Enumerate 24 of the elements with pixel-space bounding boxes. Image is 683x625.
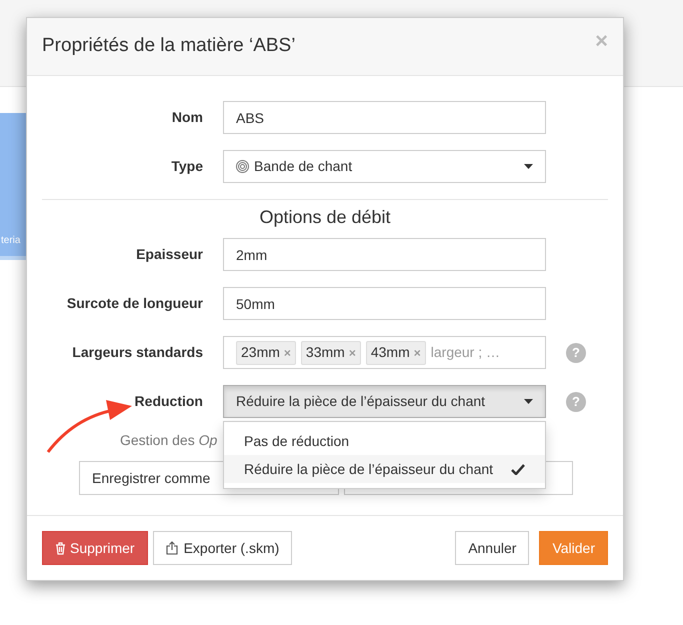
menu-item[interactable]: Pas de réduction: [224, 427, 545, 455]
tag-chip: 33mm ×: [300, 340, 361, 364]
field-label: Surcote de longueur: [66, 294, 204, 313]
tags-field[interactable]: 23mm × 33mm × 43mm × largeur ; …: [223, 336, 546, 369]
field-label: Nom: [170, 108, 204, 127]
menu-item[interactable]: Réduire la pièce de l’épaisseur du chant: [224, 455, 545, 483]
section-heading: Options de débit: [258, 206, 392, 228]
tag-chip: 23mm ×: [236, 340, 296, 364]
text-field[interactable]: 50mm: [223, 287, 546, 320]
cancel-button[interactable]: Annuler: [455, 531, 530, 565]
select-field[interactable]: Bande de chant: [223, 150, 546, 183]
helper-text: Gestion des Op: [120, 431, 218, 450]
panel-label: teria: [1, 234, 20, 248]
field-label: Largeurs standards: [71, 343, 204, 362]
tag-chip: 43mm ×: [366, 340, 426, 364]
text-field[interactable]: ABS: [223, 101, 546, 134]
delete-button[interactable]: Supprimer: [42, 531, 148, 565]
field-label: Reduction: [134, 392, 204, 411]
text-field[interactable]: 2mm: [223, 238, 546, 271]
field-label: Type: [170, 157, 204, 176]
field-label: Epaisseur: [135, 245, 204, 264]
tag-input[interactable]: largeur ; …: [430, 342, 511, 363]
export-button[interactable]: Exporter (.skm): [152, 531, 292, 565]
dialog-title: Propriétés de la matière ‘ABS’: [42, 34, 296, 58]
